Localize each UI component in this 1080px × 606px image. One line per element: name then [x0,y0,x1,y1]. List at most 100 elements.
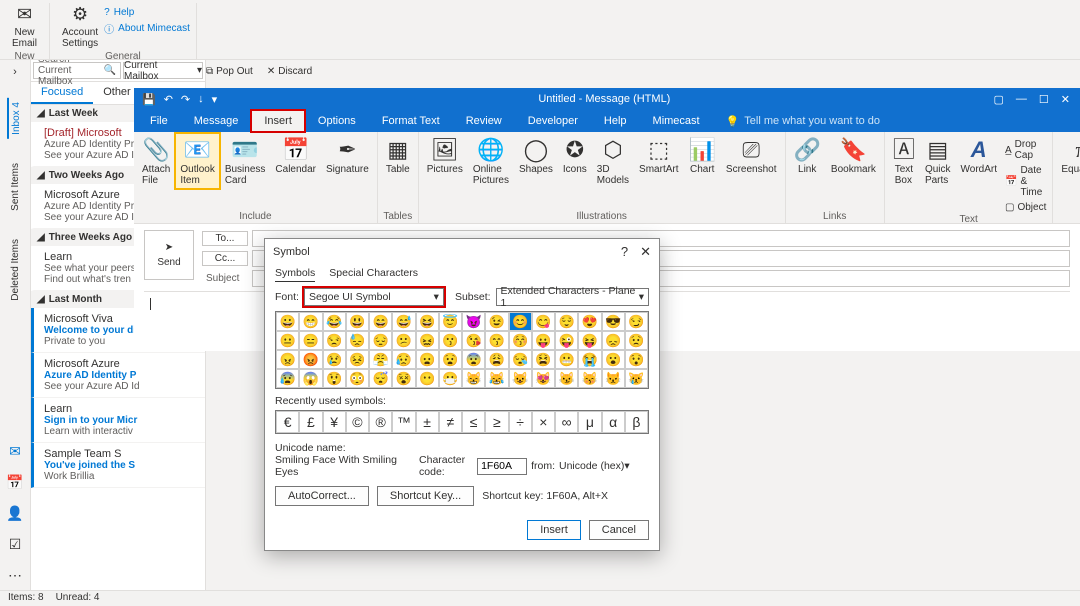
search-input[interactable]: Search Current Mailbox🔍 [33,62,121,79]
symbol-cell[interactable]: 😹 [485,369,508,388]
maximize-icon[interactable]: ☐ [1039,93,1049,106]
undo-icon[interactable]: ↶ [164,93,173,106]
symbol-cell[interactable]: 😻 [532,369,555,388]
account-settings-button[interactable]: ⚙Account Settings [56,3,104,51]
symbol-cell[interactable]: 😟 [625,331,648,350]
bookmark-button[interactable]: 🔖Bookmark [827,134,880,177]
symbol-cell[interactable]: 😨 [462,350,485,369]
link-button[interactable]: 🔗Link [790,134,825,177]
symbol-cell[interactable]: 😥 [392,350,415,369]
recent-symbol-cell[interactable]: © [346,411,369,433]
date-time-button[interactable]: 📅Date & Time [1003,164,1048,199]
mail-item[interactable]: LearnSign in to your MicrLearn with inte… [31,398,205,443]
about-link[interactable]: ⓘAbout Mimecast [104,21,190,36]
outlook-item-button[interactable]: 📧Outlook Item [176,134,218,188]
cancel-button[interactable]: Cancel [589,520,649,540]
recent-symbol-cell[interactable]: ≤ [462,411,485,433]
symbol-cell[interactable]: 😍 [578,312,601,331]
symbol-cell[interactable]: 😊 [509,312,532,331]
symbol-cell[interactable]: 😦 [416,350,439,369]
shortcut-key-button[interactable]: Shortcut Key... [377,486,474,506]
ribbon-options-icon[interactable]: ▢ [994,93,1004,106]
pictures-button[interactable]: 🖼Pictures [423,134,467,177]
drop-cap-button[interactable]: A̲Drop Cap [1003,138,1048,162]
symbol-cell[interactable]: 😫 [532,350,555,369]
font-select[interactable]: Segoe UI Symbol▾ [304,288,444,306]
save-icon[interactable]: 💾 [142,93,156,106]
char-code-input[interactable] [477,458,527,475]
redo-icon[interactable]: ↷ [181,93,190,106]
symbol-cell[interactable]: 😴 [369,369,392,388]
symbol-cell[interactable]: 😑 [299,331,322,350]
symbol-cell[interactable]: 😂 [323,312,346,331]
tasks-nav-icon[interactable]: ☑ [9,536,22,553]
business-card-button[interactable]: 🪪Business Card [221,134,270,188]
help-icon[interactable]: ? [621,244,628,260]
symbol-cell[interactable]: 😛 [532,331,555,350]
symbol-cell[interactable]: 😱 [299,369,322,388]
symbol-cell[interactable]: 😖 [416,331,439,350]
symbol-cell[interactable]: 😰 [276,369,299,388]
send-button[interactable]: ➤Send [144,230,194,280]
mail-nav-icon[interactable]: ✉ [9,443,21,460]
quick-parts-button[interactable]: ▤Quick Parts [921,134,955,188]
inbox-folder[interactable]: Inbox 4 [7,98,24,139]
tell-me-search[interactable]: 💡Tell me what you want to do [714,111,892,132]
recent-symbol-cell[interactable]: ∞ [555,411,578,433]
recent-symbol-cell[interactable]: ® [369,411,392,433]
subset-select[interactable]: Extended Characters - Plane 1▾ [496,288,649,306]
online-pictures-button[interactable]: 🌐Online Pictures [469,134,513,188]
equation-button[interactable]: πEquation [1057,134,1080,177]
symbol-cell[interactable]: 😙 [485,331,508,350]
cc-button[interactable]: Cc... [202,251,248,266]
recent-symbol-cell[interactable]: ≠ [439,411,462,433]
recent-symbol-cell[interactable]: β [625,411,648,433]
tab-file[interactable]: File [138,111,180,131]
symbol-cell[interactable]: 😷 [439,369,462,388]
symbol-cell[interactable]: 😃 [346,312,369,331]
symbol-cell[interactable]: 😼 [555,369,578,388]
more-nav-icon[interactable]: ⋯ [8,567,22,584]
tab-symbols[interactable]: Symbols [275,265,315,282]
symbol-cell[interactable]: 😽 [578,369,601,388]
chart-button[interactable]: 📊Chart [685,134,720,177]
signature-button[interactable]: ✒Signature [322,134,373,177]
symbol-cell[interactable]: 😡 [299,350,322,369]
to-button[interactable]: To... [202,231,248,246]
symbol-cell[interactable]: 😌 [555,312,578,331]
recent-symbol-cell[interactable]: € [276,411,299,433]
symbol-cell[interactable]: 😝 [578,331,601,350]
symbol-cell[interactable]: 😩 [485,350,508,369]
recent-symbol-cell[interactable]: ≥ [485,411,508,433]
recent-symbol-cell[interactable]: ¥ [323,411,346,433]
symbol-cell[interactable]: 😭 [578,350,601,369]
symbol-cell[interactable]: 😒 [323,331,346,350]
rail-expand-icon[interactable]: › [13,66,17,78]
symbol-cell[interactable]: 😶 [416,369,439,388]
tab-options[interactable]: Options [306,111,368,131]
table-button[interactable]: ▦Table [382,134,414,177]
object-button[interactable]: ▢Object [1003,201,1048,214]
symbol-cell[interactable]: 😯 [625,350,648,369]
tab-developer[interactable]: Developer [516,111,590,131]
symbol-cell[interactable]: 😾 [602,369,625,388]
calendar-button[interactable]: 📅Calendar [271,134,320,177]
screenshot-button[interactable]: ⎚Screenshot [722,134,781,177]
symbol-cell[interactable]: 😺 [509,369,532,388]
symbol-cell[interactable]: 😳 [346,369,369,388]
3d-models-button[interactable]: ⬡3D Models [593,134,633,188]
symbol-cell[interactable]: 😲 [323,369,346,388]
symbol-cell[interactable]: 😉 [485,312,508,331]
symbol-cell[interactable]: 😬 [555,350,578,369]
symbol-cell[interactable]: 😔 [369,331,392,350]
symbol-cell[interactable]: 😋 [532,312,555,331]
recent-symbol-cell[interactable]: μ [578,411,601,433]
calendar-nav-icon[interactable]: 📅 [6,474,23,491]
symbol-cell[interactable]: 😪 [509,350,532,369]
symbol-cell[interactable]: 😗 [439,331,462,350]
help-link[interactable]: ?Help [104,7,190,18]
tab-mimecast[interactable]: Mimecast [641,111,712,131]
symbol-cell[interactable]: 😣 [346,350,369,369]
symbol-cell[interactable]: 😄 [369,312,392,331]
symbol-cell[interactable]: 😤 [369,350,392,369]
